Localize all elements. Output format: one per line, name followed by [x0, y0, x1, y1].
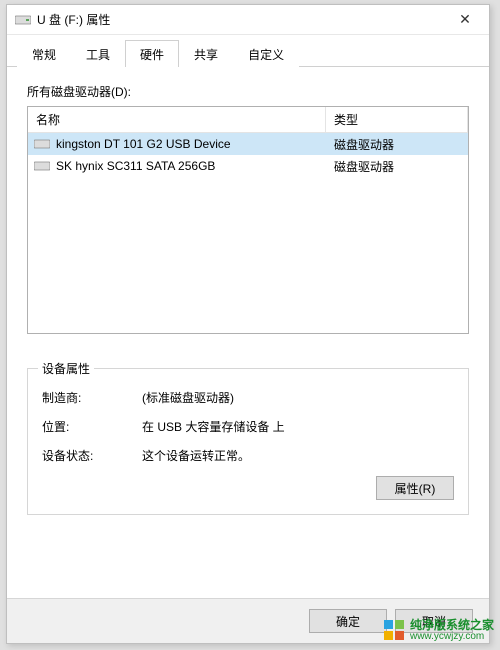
device-list-header: 名称 类型	[28, 107, 468, 133]
device-row-name: SK hynix SC311 SATA 256GB	[56, 159, 215, 173]
tab-general[interactable]: 常规	[17, 40, 71, 67]
device-properties-group: 设备属性 制造商: (标准磁盘驱动器) 位置: 在 USB 大容量存储设备 上 …	[27, 368, 469, 515]
status-value: 这个设备运转正常。	[142, 447, 454, 464]
window-title: U 盘 (F:) 属性	[37, 11, 445, 28]
device-row[interactable]: SK hynix SC311 SATA 256GB 磁盘驱动器	[28, 155, 468, 177]
tab-hardware[interactable]: 硬件	[125, 40, 179, 67]
column-header-name[interactable]: 名称	[28, 107, 326, 132]
device-list-label: 所有磁盘驱动器(D):	[27, 83, 469, 100]
title-bar: U 盘 (F:) 属性 ✕	[7, 5, 489, 35]
watermark-line2: www.ycwjzy.com	[410, 632, 494, 643]
device-row-type: 磁盘驱动器	[326, 136, 468, 153]
manufacturer-value: (标准磁盘驱动器)	[142, 389, 454, 406]
close-button[interactable]: ✕	[445, 7, 485, 33]
manufacturer-row: 制造商: (标准磁盘驱动器)	[42, 389, 454, 406]
watermark-line1: 纯净版系统之家	[410, 619, 494, 632]
device-list-body: kingston DT 101 G2 USB Device 磁盘驱动器 SK h…	[28, 133, 468, 333]
ok-button[interactable]: 确定	[309, 609, 387, 633]
tab-content-hardware: 所有磁盘驱动器(D): 名称 类型 kingston DT 101 G2 USB…	[7, 67, 489, 598]
device-row-type: 磁盘驱动器	[326, 158, 468, 175]
device-row-name: kingston DT 101 G2 USB Device	[56, 137, 231, 151]
device-row-name-cell: kingston DT 101 G2 USB Device	[28, 137, 326, 151]
location-label: 位置:	[42, 418, 142, 435]
location-row: 位置: 在 USB 大容量存储设备 上	[42, 418, 454, 435]
tab-strip: 常规 工具 硬件 共享 自定义	[7, 35, 489, 67]
status-label: 设备状态:	[42, 447, 142, 464]
device-properties-button[interactable]: 属性(R)	[376, 476, 454, 500]
tab-customize[interactable]: 自定义	[233, 40, 299, 67]
device-list[interactable]: 名称 类型 kingston DT 101 G2 USB Device 磁盘驱动…	[27, 106, 469, 334]
tab-tools[interactable]: 工具	[71, 40, 125, 67]
disk-icon	[34, 138, 50, 150]
watermark-logo-icon	[384, 620, 404, 640]
properties-dialog: U 盘 (F:) 属性 ✕ 常规 工具 硬件 共享 自定义 所有磁盘驱动器(D)…	[6, 4, 490, 644]
device-row-name-cell: SK hynix SC311 SATA 256GB	[28, 159, 326, 173]
close-icon: ✕	[459, 11, 471, 28]
tab-sharing[interactable]: 共享	[179, 40, 233, 67]
status-row: 设备状态: 这个设备运转正常。	[42, 447, 454, 464]
column-header-type[interactable]: 类型	[326, 107, 468, 132]
device-properties-title: 设备属性	[38, 360, 94, 377]
location-value: 在 USB 大容量存储设备 上	[142, 418, 454, 435]
watermark: 纯净版系统之家 www.ycwjzy.com	[378, 617, 500, 644]
watermark-text: 纯净版系统之家 www.ycwjzy.com	[410, 619, 494, 642]
disk-icon	[34, 160, 50, 172]
drive-icon	[15, 13, 31, 27]
manufacturer-label: 制造商:	[42, 389, 142, 406]
device-row[interactable]: kingston DT 101 G2 USB Device 磁盘驱动器	[28, 133, 468, 155]
